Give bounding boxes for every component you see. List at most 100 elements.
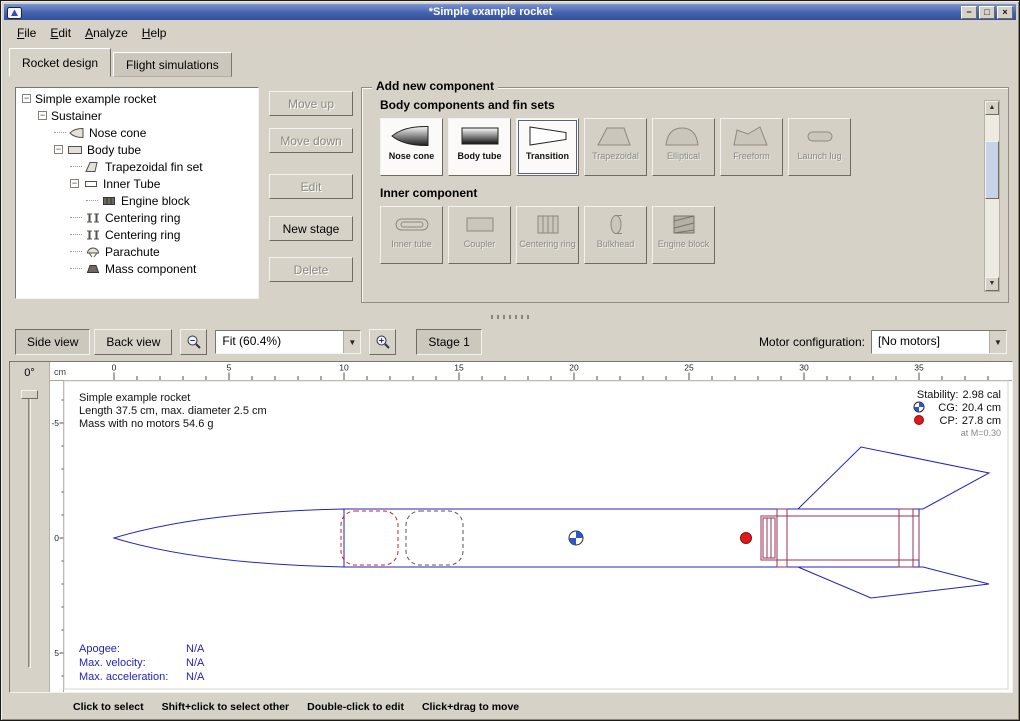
back-view-button[interactable]: Back view <box>94 329 172 355</box>
tree-item-label: Trapezoidal fin set <box>105 160 203 174</box>
maximize-button[interactable]: □ <box>979 6 995 19</box>
tree-item-centering-ring[interactable]: Centering ring <box>16 226 258 243</box>
tree-item-centering-ring[interactable]: Centering ring <box>16 209 258 226</box>
svg-text:30: 30 <box>799 363 809 373</box>
chevron-down-icon[interactable]: ▼ <box>343 331 360 353</box>
svg-text:25: 25 <box>684 363 694 373</box>
component-button-label: Engine block <box>658 239 710 249</box>
rotation-slider-handle[interactable] <box>21 390 38 399</box>
new-stage-button[interactable]: New stage <box>269 216 353 241</box>
scroll-down-button[interactable]: ▼ <box>985 277 999 291</box>
component-button-label: Bulkhead <box>597 239 635 249</box>
divider-grip-icon <box>491 315 529 319</box>
tab-strip: Rocket designFlight simulations <box>9 47 1011 77</box>
component-button-label: Freeform <box>733 151 770 161</box>
max-acceleration-label: Max. acceleration: <box>79 671 168 683</box>
tree-item-sustainer[interactable]: −Sustainer <box>16 107 258 124</box>
component-row: Nose coneBody tubeTransitionTrapezoidalE… <box>380 118 1008 176</box>
motor-config-value: [No motors] <box>872 331 989 353</box>
window-controls: − □ × <box>959 6 1013 19</box>
tree-item-mass-component[interactable]: Mass component <box>16 260 258 277</box>
component-button-label: Launch lug <box>797 151 841 161</box>
design-panel: −Simple example rocket−SustainerNose con… <box>1 77 1019 309</box>
menu-analyze[interactable]: Analyze <box>78 24 135 42</box>
tree-item-label: Sustainer <box>51 109 102 123</box>
inner-tube-icon <box>390 211 434 237</box>
delete-button: Delete <box>269 257 353 282</box>
motor-config-select[interactable]: [No motors] ▼ <box>871 330 1007 354</box>
tree-connector <box>70 234 82 235</box>
component-button-label: Centering ring <box>519 239 576 249</box>
close-button[interactable]: × <box>997 6 1013 19</box>
max-acceleration-value: N/A <box>186 671 205 683</box>
elliptical-fin-icon <box>662 123 706 149</box>
stage-1-toggle[interactable]: Stage 1 <box>416 329 481 355</box>
motor-config-label: Motor configuration: <box>759 335 871 349</box>
coupler-icon <box>458 211 502 237</box>
scrollbar[interactable]: ▲ ▼ <box>984 100 1000 292</box>
svg-text:5: 5 <box>227 363 232 373</box>
ruler-unit-label: cm <box>54 367 66 377</box>
scroll-up-button[interactable]: ▲ <box>985 101 999 115</box>
tree-item-engine-block[interactable]: Engine block <box>16 192 258 209</box>
rocket-mass-label: Mass with no motors 54.6 g <box>79 418 214 430</box>
tree-item-label: Centering ring <box>105 228 180 242</box>
engine-block-icon <box>662 211 706 237</box>
move-down-button: Move down <box>269 128 353 153</box>
tree-expander[interactable]: − <box>22 94 31 103</box>
app-icon <box>7 6 22 18</box>
tree-item-body-tube[interactable]: −Body tube <box>16 141 258 158</box>
add-component-title: Add new component <box>372 79 498 93</box>
tree-item-label: Mass component <box>105 262 196 276</box>
tree-item-label: Engine block <box>121 194 190 208</box>
component-button-label: Nose cone <box>389 151 435 161</box>
zoom-value: Fit (60.4%) <box>216 331 343 353</box>
add-launch-lug-button: Launch lug <box>788 118 851 176</box>
title-bar[interactable]: *Simple example rocket − □ × <box>4 4 1016 20</box>
add-centering-ring-button: Centering ring <box>516 206 579 264</box>
tree-expander[interactable]: − <box>38 111 47 120</box>
add-inner-tube-button: Inner tube <box>380 206 443 264</box>
split-divider[interactable] <box>1 309 1019 325</box>
svg-text:5: 5 <box>54 648 59 658</box>
engine-block-icon <box>101 195 117 207</box>
tab-flight-simulations[interactable]: Flight simulations <box>113 52 232 77</box>
menu-edit[interactable]: Edit <box>43 24 78 42</box>
rocket-dimensions-label: Length 37.5 cm, max. diameter 2.5 cm <box>79 405 267 417</box>
menu-help[interactable]: Help <box>135 24 174 42</box>
zoom-out-button[interactable] <box>180 329 207 355</box>
move-up-button: Move up <box>269 91 353 116</box>
status-bar: Click to selectShift+click to select oth… <box>1 695 1019 719</box>
add-body-tube-button[interactable]: Body tube <box>448 118 511 176</box>
inner-tube-icon <box>83 178 99 190</box>
trapezoidal-fin-icon <box>594 123 638 149</box>
component-button-label: Trapezoidal <box>592 151 639 161</box>
add-transition-button[interactable]: Transition <box>516 118 579 176</box>
rocket-view[interactable]: cm 05101520253035 -505 <box>50 362 1012 692</box>
add-nose-cone-button[interactable]: Nose cone <box>380 118 443 176</box>
menu-file[interactable]: File <box>10 24 43 42</box>
tree-item-label: Inner Tube <box>103 177 160 191</box>
add-freeform-button: Freeform <box>720 118 783 176</box>
view-toolbar: Side view Back view Fit (60.4%) ▼ Stage … <box>1 325 1019 359</box>
tab-rocket-design[interactable]: Rocket design <box>9 48 111 77</box>
zoom-select[interactable]: Fit (60.4%) ▼ <box>215 330 361 354</box>
chevron-down-icon[interactable]: ▼ <box>989 331 1006 353</box>
tree-item-label: Nose cone <box>89 126 146 140</box>
minimize-button[interactable]: − <box>961 6 977 19</box>
zoom-in-button[interactable] <box>369 329 396 355</box>
tree-item-inner-tube[interactable]: − Inner Tube <box>16 175 258 192</box>
zoom-out-icon <box>186 334 202 350</box>
body-tube-icon <box>67 144 83 156</box>
side-view-button[interactable]: Side view <box>15 329 90 355</box>
tree-item-nose-cone[interactable]: Nose cone <box>16 124 258 141</box>
tree-item-parachute[interactable]: Parachute <box>16 243 258 260</box>
cp-legend-icon <box>915 416 924 425</box>
tree-expander[interactable]: − <box>54 145 63 154</box>
tree-connector <box>54 132 66 133</box>
tree-item-trapezoidal-fin-set[interactable]: Trapezoidal fin set <box>16 158 258 175</box>
tree-item-simple-example-rocket[interactable]: −Simple example rocket <box>16 90 258 107</box>
tree-expander[interactable]: − <box>70 179 79 188</box>
scroll-thumb[interactable] <box>985 141 999 199</box>
rotation-slider[interactable] <box>28 392 31 668</box>
